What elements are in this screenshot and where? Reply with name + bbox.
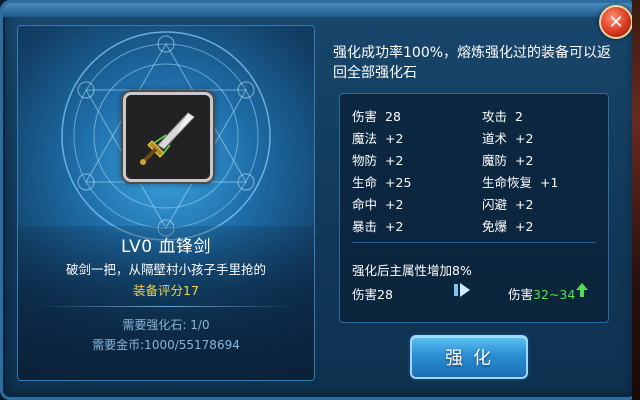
stat-hit: 命中 +2 xyxy=(352,197,404,212)
success-rate-tip: 强化成功率100%，熔炼强化过的装备可以返回全部强化石 xyxy=(333,45,612,81)
stat-hp: 生命 +25 xyxy=(352,175,412,190)
required-stone: 需要强化石: 1/0 xyxy=(122,318,210,332)
current-damage: 伤害28 xyxy=(352,287,393,302)
stat-crit-immune: 免爆 +2 xyxy=(482,219,534,234)
upgrade-bonus-title: 强化后主属性增加8% xyxy=(352,263,472,278)
item-description: 破剑一把，从隔壁村小孩子手里抢的 xyxy=(65,262,266,277)
divider xyxy=(38,306,294,307)
stat-hp-regen: 生命恢复 +1 xyxy=(482,175,559,190)
stats-separator xyxy=(352,242,596,243)
stat-damage: 伤害 28 xyxy=(352,109,401,124)
stat-crit: 暴击 +2 xyxy=(352,219,404,234)
stats-panel: 伤害 28 攻击 2 魔法 +2 道术 +2 物防 +2 魔防 +2 生命 +25 生命恢复 +… xyxy=(339,93,609,323)
arrow-right-icon xyxy=(454,283,470,297)
close-icon: ✕ xyxy=(608,11,624,33)
item-panel: LV0 血锋剑 破剑一把，从隔壁村小孩子手里抢的 装备评分17 需要强化石: 1… xyxy=(17,25,315,381)
sword-icon xyxy=(140,112,195,165)
enhance-button[interactable]: 强化 xyxy=(410,335,528,379)
stat-dodge: 闪避 +2 xyxy=(482,197,534,212)
stat-magic-defense: 魔防 +2 xyxy=(482,153,534,168)
stat-taoism: 道术 +2 xyxy=(482,131,534,146)
item-score: 装备评分17 xyxy=(133,283,199,298)
background-edge xyxy=(632,0,640,400)
upgraded-damage: 伤害32~34 xyxy=(508,287,576,302)
close-button[interactable]: ✕ xyxy=(599,5,633,39)
stat-attack: 攻击 2 xyxy=(482,109,523,124)
stat-physical-defense: 物防 +2 xyxy=(352,153,404,168)
item-name: LV0 血锋剑 xyxy=(121,237,211,257)
enhance-dialog: ✕ LV0 血锋剑 破剑一把，从隔壁村小孩子手里抢的 装备评分17 需要强化石:… xyxy=(0,0,638,400)
stat-magic: 魔法 +2 xyxy=(352,131,404,146)
item-slot[interactable] xyxy=(123,92,213,182)
required-gold: 需要金币:1000/55178694 xyxy=(92,338,240,352)
up-arrow-icon xyxy=(576,283,588,297)
